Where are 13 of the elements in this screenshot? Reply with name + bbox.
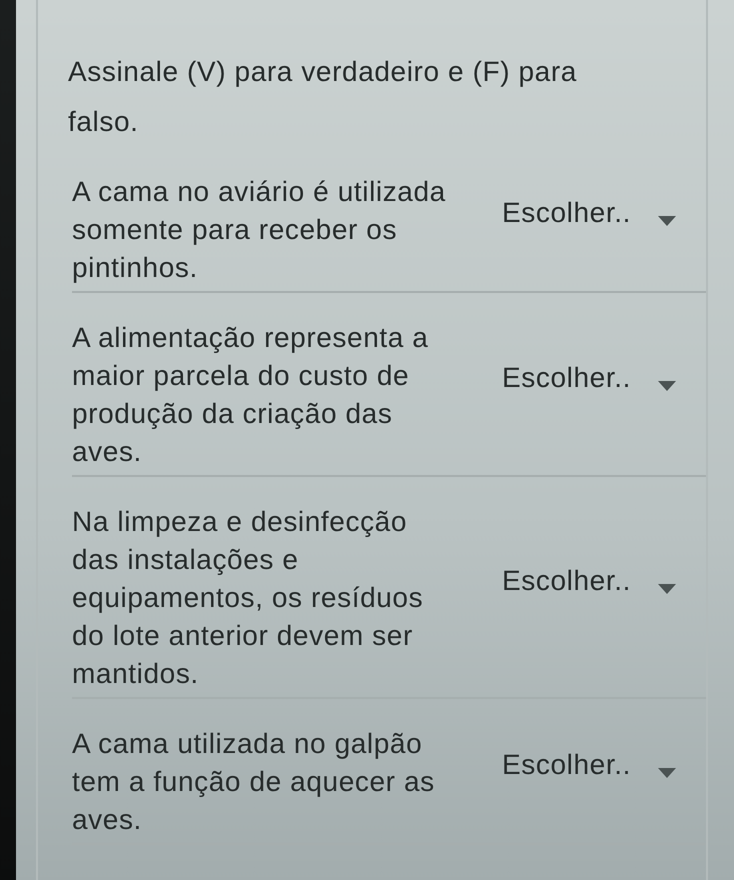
caret-icon (658, 768, 676, 778)
question-text: A cama utilizada no galpão tem a função de aquecer as aves. (72, 727, 436, 837)
caret-icon (658, 584, 676, 594)
answer-dropdown[interactable]: Escolher.. (500, 562, 680, 600)
answer-dropdown[interactable]: Escolher.. (500, 194, 680, 232)
answer-dropdown[interactable]: Escolher.. (500, 359, 680, 397)
caret-icon (658, 216, 676, 226)
question-text: A cama no aviário é utilizada somente para receber os pintinhos. (72, 175, 447, 285)
answer-dropdown[interactable]: Escolher.. (500, 746, 680, 784)
question-text: A alimentação representa a maior parcela do custo de produção da criação das aves. (72, 321, 430, 469)
question-text: Na limpeza e desinfecção das instalações e equipamentos, os resíduos do lote anterior devem ser mantidos. (72, 505, 424, 691)
instruction-text: Assinale (V) para verdadeiro e (F) para falso. (68, 55, 578, 139)
caret-icon (658, 381, 676, 391)
